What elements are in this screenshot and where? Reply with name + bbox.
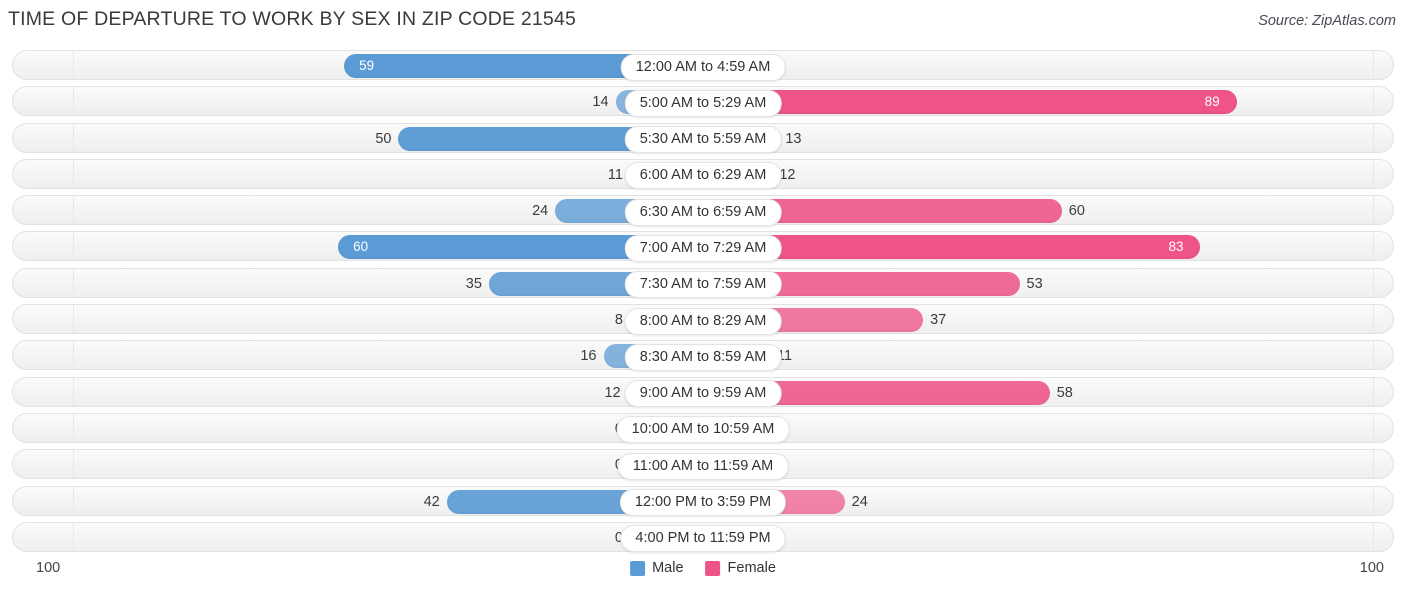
category-label: 6:30 AM to 6:59 AM (624, 198, 782, 226)
gridline (1372, 51, 1374, 79)
gridline (1372, 159, 1374, 188)
chart-plot-area: 59012:00 AM to 4:59 AM 14 89 5:00 AM to 5:2… (12, 50, 1394, 554)
bar-value-female: 13 (785, 130, 802, 147)
axis-max-right: 100 (1359, 560, 1384, 576)
gridline (73, 196, 75, 225)
gridline (73, 305, 75, 334)
category-label: 12:00 PM to 3:59 PM (619, 489, 787, 517)
category-label: 12:00 AM to 4:59 AM (620, 53, 786, 81)
bar-value-male: 42 (423, 493, 440, 510)
gridline (73, 486, 75, 515)
bar-value-female: 24 (851, 493, 868, 510)
bar-value-male: 50 (375, 130, 392, 147)
chart-row: 50 13 5:30 AM to 5:59 AM (12, 122, 1394, 154)
chart-row: 14 89 5:00 AM to 5:29 AM (12, 86, 1394, 117)
chart-row: 0711:00 AM to 11:59 AM (12, 449, 1394, 480)
gridline (1372, 486, 1374, 515)
category-label: 10:00 AM to 10:59 AM (616, 416, 790, 444)
gridline (73, 522, 75, 551)
category-label: 4:00 PM to 11:59 PM (620, 525, 786, 553)
bar-value-female: 37 (930, 312, 947, 329)
gridline (73, 232, 75, 261)
gridline (73, 159, 75, 188)
gridline (1372, 268, 1374, 297)
bar-value-male: 8 (614, 312, 623, 329)
bar-value-female: 12 (779, 166, 796, 183)
chart-row: 35 53 7:30 AM to 7:59 AM (12, 267, 1394, 299)
legend-label: Male (652, 560, 684, 576)
gridline (73, 51, 75, 79)
category-label: 7:00 AM to 7:29 AM (624, 234, 782, 262)
category-label: 8:30 AM to 8:59 AM (624, 343, 782, 371)
bar-value-female: 83 (1168, 239, 1184, 255)
legend-item[interactable]: Female (705, 560, 776, 576)
chart-row: 12 58 9:00 AM to 9:59 AM (12, 376, 1394, 408)
bar-value-female: 53 (1026, 275, 1043, 292)
category-label: 5:00 AM to 5:29 AM (624, 89, 782, 117)
category-label: 8:00 AM to 8:29 AM (624, 307, 782, 335)
bar-value-female: 58 (1056, 384, 1073, 401)
gridline (1372, 522, 1374, 551)
gridline (1372, 413, 1374, 442)
gridline (1372, 377, 1374, 406)
gridline (73, 413, 75, 442)
gridline (1372, 123, 1374, 152)
gridline (1372, 450, 1374, 479)
chart-row: 16 11 8:30 AM to 8:59 AM (12, 340, 1394, 371)
legend-swatch-male (630, 560, 646, 576)
gridline (1372, 232, 1374, 261)
category-label: 7:30 AM to 7:59 AM (624, 271, 782, 299)
chart-footer: 100 100 Male Female (12, 556, 1394, 584)
chart-row: 024:00 PM to 11:59 PM (12, 521, 1394, 553)
category-label: 6:00 AM to 6:29 AM (624, 162, 782, 190)
gridline (73, 377, 75, 406)
chart-row: 11 12 6:00 AM to 6:29 AM (12, 158, 1394, 190)
bar-value-male: 11 (607, 166, 623, 183)
gridline (1372, 305, 1374, 334)
source-attribution: Source: ZipAtlas.com (1258, 13, 1396, 29)
bar-value-male: 24 (532, 203, 549, 220)
gridline (73, 450, 75, 479)
bar-value-female: 89 (1204, 94, 1220, 110)
chart-row: 60 83 7:00 AM to 7:29 AM (12, 231, 1394, 262)
page-title: TIME OF DEPARTURE TO WORK BY SEX IN ZIP … (8, 8, 577, 30)
gridline (1372, 87, 1374, 116)
gridline (73, 87, 75, 116)
bar-value-male: 60 (353, 239, 369, 255)
chart-row: 42 24 12:00 PM to 3:59 PM (12, 485, 1394, 517)
legend-label: Female (727, 560, 776, 576)
bar-value-male: 14 (592, 94, 609, 111)
bar-value-male: 35 (465, 275, 482, 292)
legend-swatch-female (705, 560, 721, 576)
gridline (1372, 196, 1374, 225)
chart-row: 0510:00 AM to 10:59 AM (12, 412, 1394, 444)
bar-value-male: 59 (359, 58, 375, 73)
gridline (73, 268, 75, 297)
bar-value-female: 60 (1068, 203, 1085, 220)
legend-item[interactable]: Male (630, 560, 684, 576)
chart-legend: Male Female (630, 556, 776, 580)
bar-value-male: 16 (580, 348, 597, 365)
chart-row: 24 60 6:30 AM to 6:59 AM (12, 195, 1394, 226)
category-label: 11:00 AM to 11:59 AM (617, 452, 789, 480)
axis-max-left: 100 (36, 560, 61, 576)
chart-row: 8 37 8:00 AM to 8:29 AM (12, 304, 1394, 335)
gridline (73, 341, 75, 370)
category-label: 5:30 AM to 5:59 AM (624, 126, 782, 154)
chart-row: 59012:00 AM to 4:59 AM (12, 50, 1394, 81)
gridline (1372, 341, 1374, 370)
category-label: 9:00 AM to 9:59 AM (624, 380, 782, 408)
gridline (73, 123, 75, 152)
bar-value-male: 12 (604, 384, 621, 401)
